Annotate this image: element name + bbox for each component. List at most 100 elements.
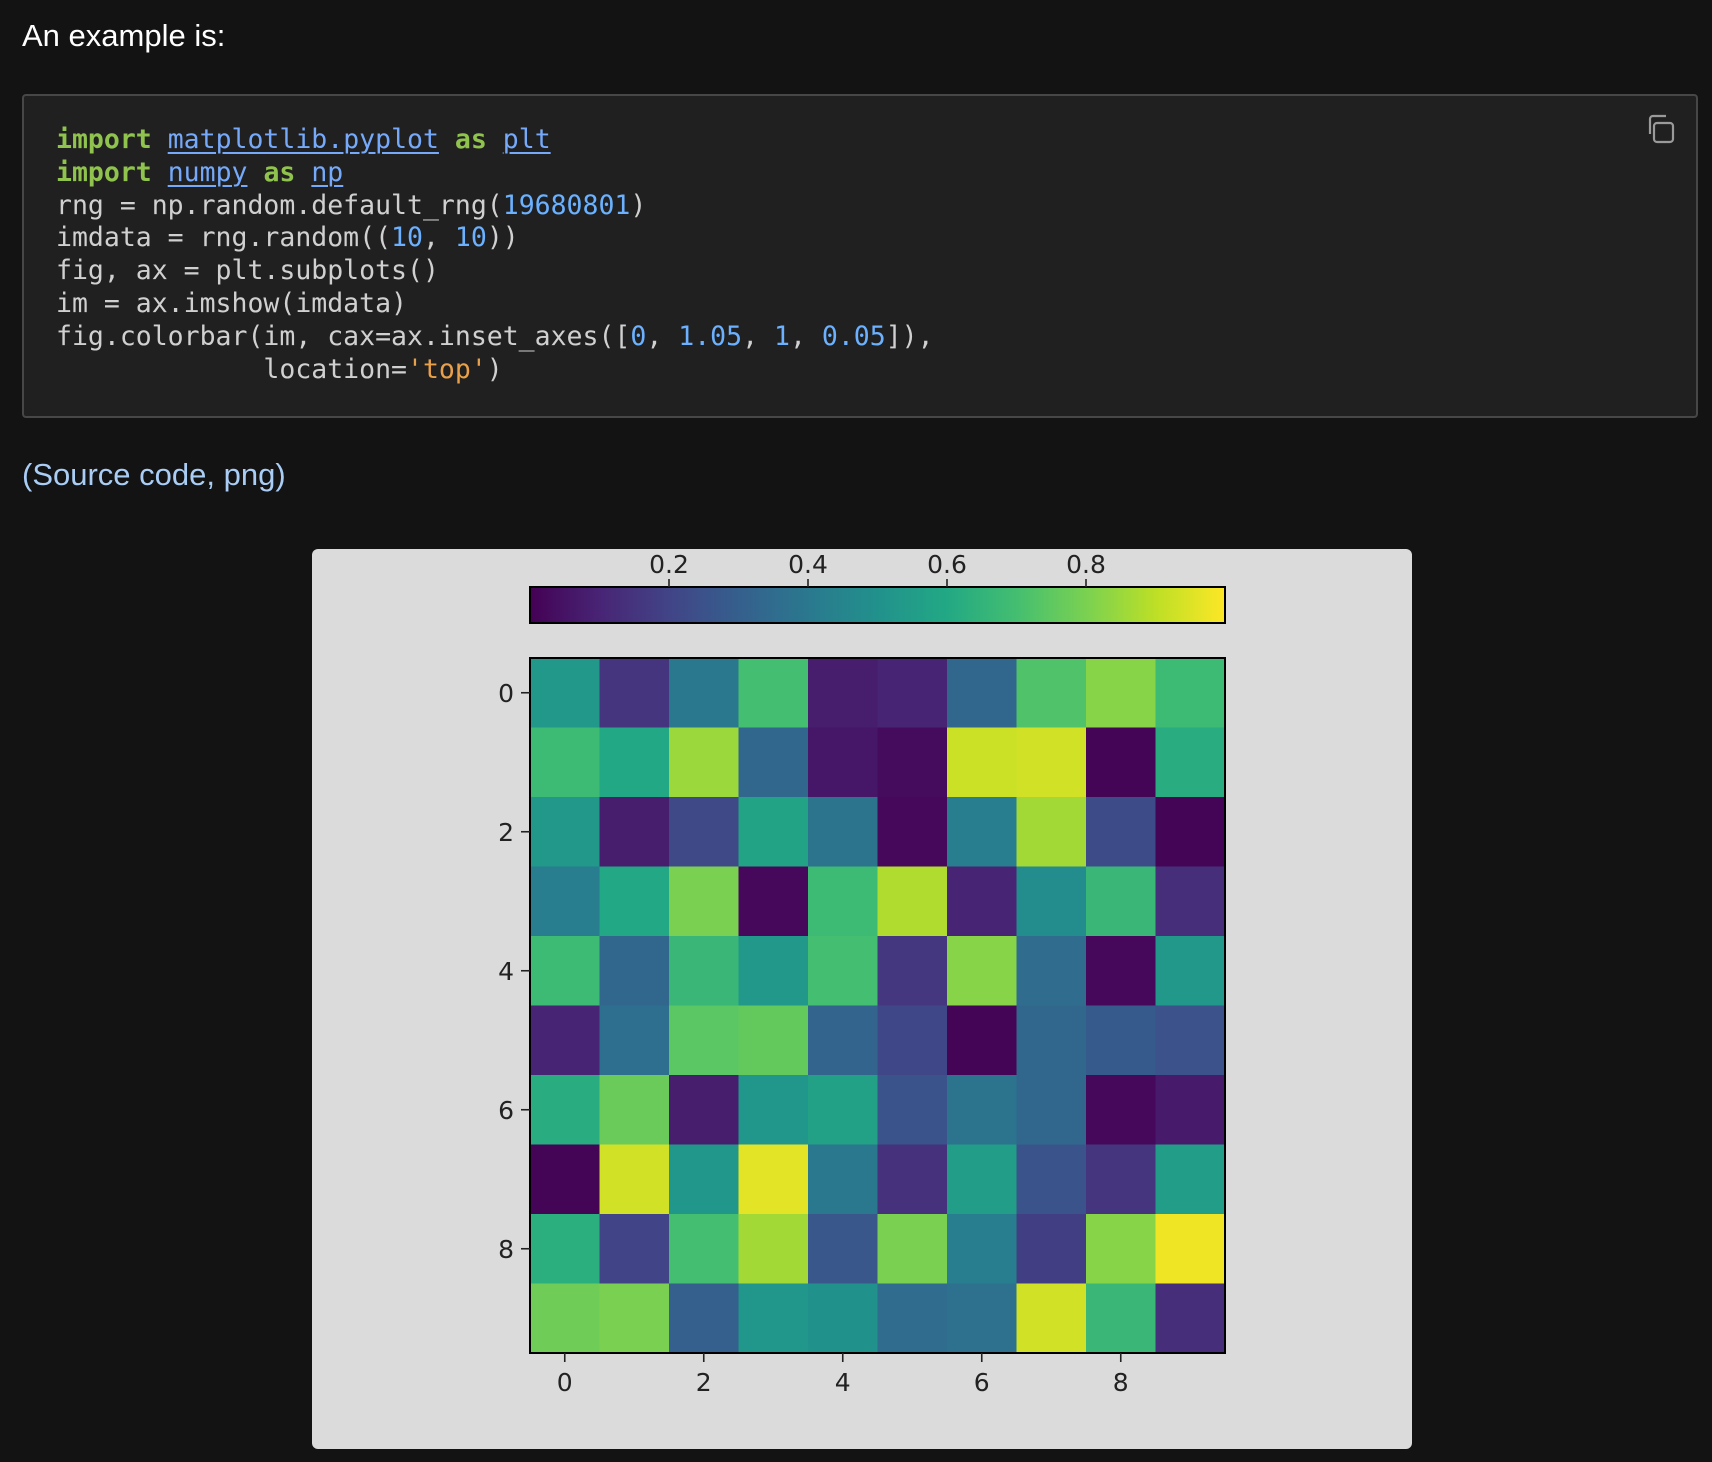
heatmap-cell [599,1214,670,1285]
heatmap-cell [1016,866,1087,937]
heatmap-cell [1155,797,1226,868]
png-link[interactable]: png [224,457,276,492]
heatmap-cell [599,1283,670,1354]
x-tick-label: 6 [974,1368,990,1397]
code-token: fig.colorbar(im, cax=ax.inset_axes([ [56,320,631,352]
source-code-link[interactable]: Source code [32,457,206,492]
y-tick-label: 4 [498,957,514,986]
code-content[interactable]: import matplotlib.pyplot as plt import n… [56,124,934,386]
code-token: 'top' [407,353,487,385]
heatmap-cell [1016,797,1087,868]
heatmap-cell [530,1283,601,1354]
heatmap-cell [738,936,809,1007]
heatmap-cell [808,797,879,868]
heatmap-cell [808,1005,879,1076]
y-tick-label: 6 [498,1096,514,1125]
intro-text: An example is: [22,18,226,53]
heatmap-cell [1086,727,1157,798]
code-line: import numpy as np [56,157,343,188]
heatmap-cell [669,727,740,798]
heatmap-cell [530,1144,601,1215]
heatmap-cell [738,658,809,729]
colorbar-tick-label: 0.2 [649,550,689,579]
heatmap-cell [1155,727,1226,798]
heatmap-cell [1155,936,1226,1007]
code-token: 10 [454,222,487,254]
heatmap-cell [1086,1144,1157,1215]
heatmap-cell [808,1075,879,1146]
code-token: numpy [167,156,248,188]
heatmap-cell [808,1214,879,1285]
code-token: ) [486,353,503,385]
heatmap-cell [530,1075,601,1146]
figure: 0 2 4 6 8 0 2 4 6 8 0.2 0.4 0.6 0.8 [312,549,1412,1449]
heatmap-cell [599,1005,670,1076]
code-block[interactable]: import matplotlib.pyplot as plt import n… [22,94,1698,418]
heatmap-cell [877,797,948,868]
heatmap-cell [877,1283,948,1354]
heatmap-cell [530,1005,601,1076]
heatmap-cell [947,727,1018,798]
heatmap-cell [669,1144,740,1215]
heatmap-cell [669,1283,740,1354]
heatmap-cell [1086,658,1157,729]
heatmap-cell [669,658,740,729]
code-token: as [454,124,487,155]
code-line: import matplotlib.pyplot as plt [56,124,551,155]
code-token: as [263,156,296,188]
colorbar [529,586,1226,624]
heatmap-cell [530,866,601,937]
colorbar-tick-label: 0.6 [927,550,967,579]
heatmap-cell [669,866,740,937]
x-tick-label: 4 [835,1368,851,1397]
heatmap-cell [1016,727,1087,798]
heatmap-cell [947,797,1018,868]
links-separator: , [206,457,224,492]
heatmap-cell [808,866,879,937]
code-token: import [56,156,152,188]
heatmap-cell [1016,658,1087,729]
heatmap-cell [1155,1144,1226,1215]
heatmap-cell [947,1144,1018,1215]
x-tick-label: 2 [696,1368,712,1397]
code-token: im = ax.imshow(imdata) [56,287,407,319]
heatmap-cell [877,1214,948,1285]
heatmap-cell [1086,866,1157,937]
heatmap-cell [1086,936,1157,1007]
copy-button[interactable] [1644,112,1678,146]
heatmap-cell [947,1075,1018,1146]
heatmap-cell [599,1075,670,1146]
heatmap-cell [669,1005,740,1076]
code-line: fig, ax = plt.subplots() [56,255,439,286]
heatmap-cell [530,727,601,798]
code-token: 1.05 [678,320,743,352]
code-token: ) [630,189,647,221]
heatmap-cell [738,866,809,937]
heatmap-cell [599,936,670,1007]
copy-icon [1648,114,1675,144]
heatmap-cell [1155,1075,1226,1146]
heatmap-cell [1086,1005,1157,1076]
heatmap-cell [1155,1283,1226,1354]
heatmap-cell [808,658,879,729]
heatmap-cell [808,1144,879,1215]
open-paren: ( [22,457,33,492]
heatmap-cell [1086,1283,1157,1354]
x-tick-label: 8 [1113,1368,1129,1397]
heatmap-cell [599,797,670,868]
heatmap-cell [1016,1005,1087,1076]
heatmap-cell [947,658,1018,729]
code-token: np [311,156,344,188]
heatmap-cell [1155,1005,1226,1076]
heatmap-cell [947,1283,1018,1354]
heatmap-cell [877,1005,948,1076]
code-token: import [56,124,152,155]
heatmap-cell [738,1283,809,1354]
colorbar-tick-label: 0.4 [788,550,828,579]
heatmap-cell [877,936,948,1007]
